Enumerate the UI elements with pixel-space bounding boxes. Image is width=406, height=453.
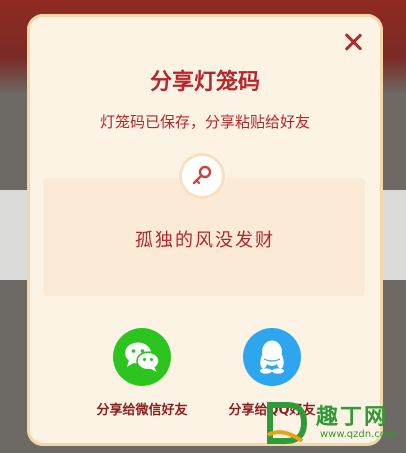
dialog-subtitle: 灯笼码已保存，分享粘贴给好友 xyxy=(99,113,310,131)
site-watermark: 趣丁网 www.qzdn.com xyxy=(262,397,402,447)
watermark-url: www.qzdn.com xyxy=(320,429,396,440)
key-badge xyxy=(182,156,222,196)
watermark-text: 趣丁网 xyxy=(316,405,389,430)
lantern-code-text: 孤独的风没发财 xyxy=(135,230,275,251)
share-wechat-button[interactable]: 分享给微信好友 xyxy=(77,328,207,418)
share-wechat-label: 分享给微信好友 xyxy=(96,403,188,418)
wechat-icon[interactable] xyxy=(113,328,171,386)
qq-icon[interactable] xyxy=(243,328,301,386)
share-dialog: 分享灯笼码 灯笼码已保存，分享粘贴给好友 孤独的风没发财 分享给微信好友 分享给… xyxy=(27,14,383,446)
close-icon[interactable] xyxy=(341,30,365,54)
dialog-title: 分享灯笼码 xyxy=(149,70,260,95)
watermark-logo-icon xyxy=(267,402,308,444)
key-icon xyxy=(192,165,212,185)
background-card-left xyxy=(0,190,30,280)
